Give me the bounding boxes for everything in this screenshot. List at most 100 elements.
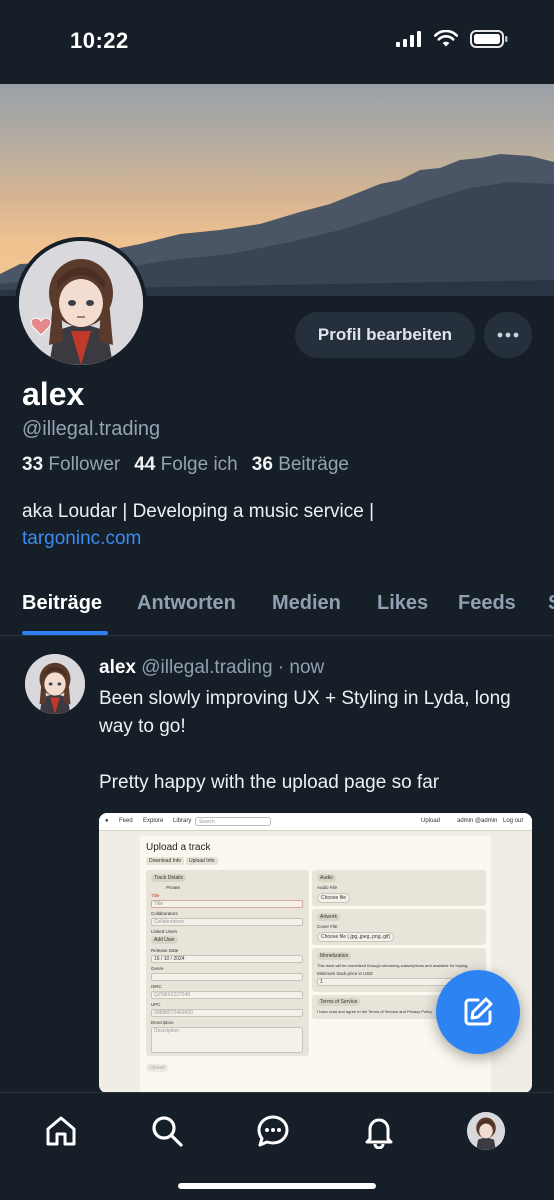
screenshot-description-field: Description: [151, 1027, 303, 1053]
following-stat[interactable]: 44 Folge ich: [134, 454, 238, 476]
tab-antworten[interactable]: Antworten: [137, 592, 236, 615]
screenshot-tab-upload: Upload Info: [185, 857, 218, 865]
screenshot-nav-feed: Feed: [119, 818, 133, 824]
screenshot-nav-explore: Explore: [143, 818, 164, 824]
profile-tabs: Beiträge Antworten Medien Likes Feeds S: [0, 578, 554, 636]
compose-icon: [464, 997, 493, 1026]
profile-handle: @illegal.trading: [22, 418, 161, 440]
post-author-avatar[interactable]: [25, 654, 85, 714]
screenshot-admin: admin @admin: [457, 818, 498, 824]
nav-profile-avatar[interactable]: [467, 1112, 505, 1150]
screenshot-linked-users: Linked Users: [151, 929, 178, 934]
following-label: Folge ich: [160, 454, 238, 475]
tab-overflow[interactable]: S: [548, 592, 554, 615]
screenshot-search: Search: [195, 817, 271, 826]
screenshot-upload: Upload: [421, 818, 441, 824]
cellular-signal-icon: [396, 31, 421, 47]
screenshot-tabs: Download Info Upload Info: [146, 857, 220, 865]
followers-stat[interactable]: 33 Follower: [22, 454, 120, 476]
battery-icon: [470, 30, 508, 48]
screenshot-monetization: Monetization: [317, 952, 352, 960]
screenshot-artwork-panel: Artwork Cover File Choose file (.jpg,.jp…: [312, 909, 486, 945]
search-icon: [152, 1116, 183, 1147]
screenshot-private: Private: [166, 885, 181, 890]
screenshot-isrc-label: ISRC: [151, 984, 162, 989]
screenshot-choose-cover: Choose file (.jpg,.jpeg,.png,.gif): [317, 932, 395, 942]
profile-stats: 33 Follower 44 Folge ich 36 Beiträge: [22, 454, 349, 476]
followers-label: Follower: [48, 454, 121, 475]
screenshot-isrc-field: QZN8X2227540: [151, 991, 303, 999]
status-time: 10:22: [70, 28, 129, 53]
screenshot-release-label: Release Date: [151, 948, 179, 953]
edit-profile-button[interactable]: Profil bearbeiten: [295, 312, 475, 358]
nav-search[interactable]: [147, 1111, 187, 1151]
screenshot-cover-file: Cover File: [317, 924, 338, 929]
nav-notifications[interactable]: [359, 1111, 399, 1151]
screenshot-audio-file: Audio File: [317, 885, 338, 890]
post-text-line2: Pretty happy with the upload page so far: [99, 772, 440, 793]
tab-feeds[interactable]: Feeds: [458, 592, 516, 615]
screenshot-logout: Log out: [503, 818, 524, 824]
avatar-illustration: [19, 241, 143, 365]
nav-home[interactable]: [41, 1111, 81, 1151]
followers-count: 33: [22, 454, 44, 475]
active-tab-indicator: [22, 631, 108, 635]
screenshot-description-label: Description: [151, 1020, 174, 1025]
status-icons: [396, 30, 508, 48]
profile-avatar[interactable]: [15, 237, 147, 369]
screenshot-track-details: Track Details: [151, 874, 186, 882]
screenshot-terms: Terms of Service: [317, 998, 361, 1006]
post-author-handle[interactable]: @illegal.trading: [141, 657, 272, 678]
screenshot-upc-label: UPC: [151, 1002, 161, 1007]
more-options-button[interactable]: [484, 312, 532, 358]
screenshot-collab-field: Collaborators: [151, 918, 303, 926]
posts-stat: 36 Beiträge: [252, 454, 349, 476]
tab-beitraege[interactable]: Beiträge: [22, 592, 102, 615]
bio-text: aka Loudar | Developing a music service …: [22, 501, 375, 522]
screenshot-audio: Audio: [317, 874, 336, 882]
screenshot-monetization-text: This track will be monetized through str…: [317, 963, 469, 968]
posts-count: 36: [251, 454, 273, 475]
post-author-name[interactable]: alex: [99, 657, 136, 678]
screenshot-min-price: Minimum track price in USD: [317, 971, 373, 976]
ellipsis-icon: [497, 332, 519, 338]
screenshot-tab-download: Download Info: [146, 857, 184, 865]
status-bar: 10:22: [0, 0, 554, 84]
bell-icon: [365, 1118, 393, 1149]
nav-messages[interactable]: [253, 1111, 293, 1151]
posts-label: Beiträge: [278, 454, 349, 475]
nav-avatar-illustration: [467, 1112, 505, 1150]
post-text: Been slowly improving UX + Styling in Ly…: [99, 685, 519, 797]
screenshot-add-user: Add User: [151, 936, 178, 944]
screenshot-terms-text: I have read and agree to the Terms of Se…: [317, 1009, 432, 1014]
post-header: alex @illegal.trading · now: [99, 657, 324, 679]
screenshot-genre-label: Genre: [151, 966, 164, 971]
bio-link[interactable]: targoninc.com: [22, 525, 522, 552]
wifi-icon: [434, 30, 458, 47]
screenshot-upload-card: Upload a track Download Info Upload Info …: [140, 836, 491, 1093]
home-icon: [46, 1116, 76, 1146]
screenshot-title-field: Title: [151, 900, 303, 908]
compose-button[interactable]: [436, 970, 520, 1054]
screenshot-submit: Upload: [146, 1064, 168, 1072]
screenshot-topbar: ● Feed Explore Library Search Upload adm…: [99, 813, 532, 831]
screenshot-track-details-panel: Track Details Private Title Title Collab…: [146, 870, 309, 1056]
screenshot-artwork: Artwork: [317, 913, 340, 921]
screenshot-title: Upload a track: [146, 842, 211, 853]
chat-icon: [257, 1115, 289, 1147]
profile-bio: aka Loudar | Developing a music service …: [22, 498, 522, 552]
screenshot-release-field: 16 / 10 / 2024: [151, 955, 303, 963]
tab-likes[interactable]: Likes: [377, 592, 428, 615]
tab-medien[interactable]: Medien: [272, 592, 341, 615]
post-timestamp: · now: [277, 657, 325, 678]
screenshot-genre-field: [151, 973, 303, 981]
screenshot-upc-field: 00888072469600: [151, 1009, 303, 1017]
screenshot-logo: ●: [105, 818, 109, 824]
screenshot-choose-audio: Choose file: [317, 893, 351, 903]
screenshot-title-label: Title: [151, 893, 160, 898]
home-indicator: [178, 1183, 376, 1189]
following-count: 44: [134, 454, 156, 475]
display-name: alex: [22, 376, 85, 412]
screenshot-audio-panel: Audio Audio File Choose file: [312, 870, 486, 906]
post-text-line1: Been slowly improving UX + Styling in Ly…: [99, 688, 511, 737]
